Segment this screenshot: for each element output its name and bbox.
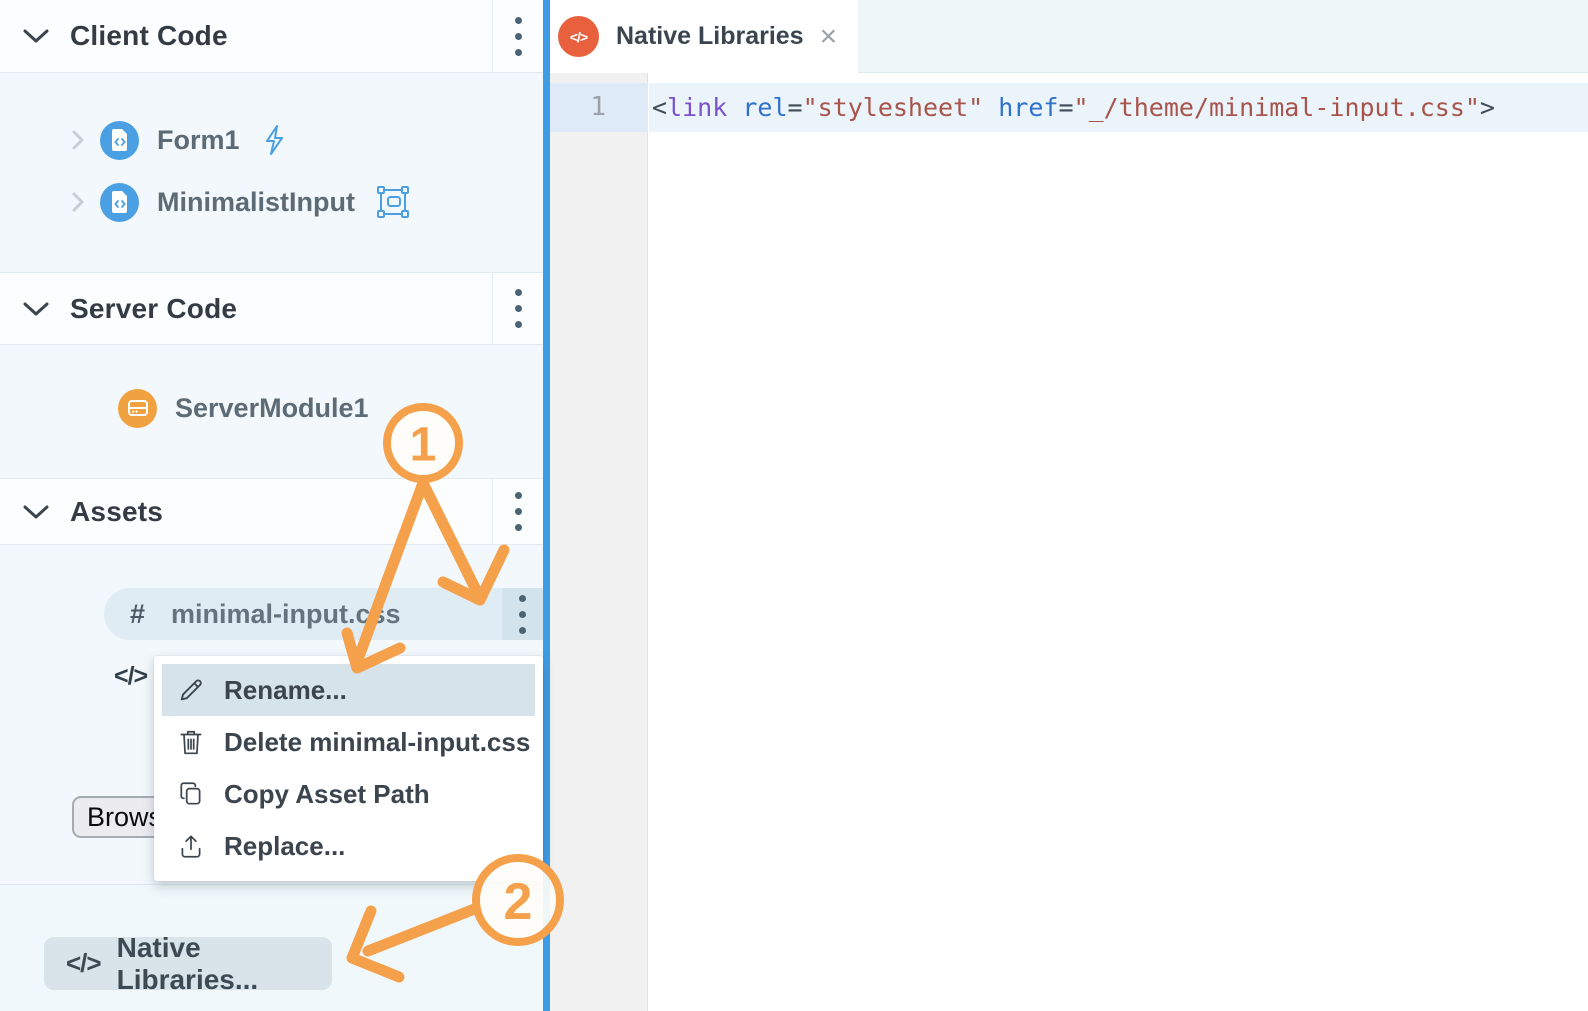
sidebar-bottom-strip: </> Native Libraries... [0,884,543,1011]
code-token: "stylesheet" [802,93,984,122]
code-token: "_/theme/minimal-input.css" [1073,93,1480,122]
kebab-menu-icon[interactable] [514,289,522,328]
section-title-server-code: Server Code [70,292,238,324]
tree-item-label: ServerModule1 [175,392,369,423]
assets-kebab-zone [492,479,543,544]
section-header-client-code[interactable]: Client Code [0,0,543,73]
menu-item-label: Copy Asset Path [224,778,430,809]
design-view-icon[interactable] [377,186,409,218]
code-icon: </> [66,948,102,978]
chevron-down-icon[interactable] [22,27,50,45]
asset-label: minimal-input.css [171,598,401,629]
chevron-right-icon[interactable] [70,128,88,152]
lightning-icon[interactable] [262,124,288,156]
chevron-down-icon[interactable] [22,300,50,318]
tree-item-label: MinimalistInput [157,186,355,217]
asset-kebab-button[interactable] [502,588,543,640]
code-token: = [787,93,803,122]
kebab-menu-icon[interactable] [514,16,522,56]
code-token: < [652,93,668,122]
pencil-icon [176,676,206,704]
code-line-1[interactable]: <link rel="stylesheet" href="_/theme/min… [652,83,1495,132]
menu-item-label: Replace... [224,830,346,861]
kebab-menu-icon[interactable] [519,594,526,634]
native-libraries-label: Native Libraries... [116,931,259,995]
section-header-server-code[interactable]: Server Code [0,272,543,345]
section-title-assets: Assets [70,495,164,527]
code-token: href [998,93,1059,122]
tab-native-libraries[interactable]: </> Native Libraries × [550,0,858,73]
menu-item-delete[interactable]: Delete minimal-input.css [162,716,535,768]
menu-item-replace[interactable]: Replace... [162,820,535,872]
asset-row-minimal-input-css[interactable]: # minimal-input.css [104,588,502,640]
kebab-menu-icon[interactable] [514,492,522,531]
trash-icon [176,728,206,756]
native-libraries-button[interactable]: </> Native Libraries... [44,932,332,995]
close-icon[interactable]: × [820,21,838,52]
section-header-assets[interactable]: Assets [0,478,543,545]
server-module-icon [118,388,157,428]
tree-item-label: Form1 [157,124,240,155]
tab-bar [858,0,1588,73]
code-token: link [667,93,728,122]
copy-icon [176,780,206,808]
sidebar: Client Code Form1 MinimalistInput Server… [0,0,543,1011]
code-token: > [1479,93,1495,122]
code-editor[interactable]: 1 <link rel="stylesheet" href="_/theme/m… [550,73,1588,1011]
section-title-client-code: Client Code [70,20,228,51]
tab-title: Native Libraries [616,22,804,50]
client-code-kebab-zone [492,0,543,72]
form-file-icon [100,182,139,222]
upload-icon [176,832,206,860]
native-libraries-tab-icon: </> [558,16,599,57]
tree-item-servermodule1[interactable]: ServerModule1 [118,383,369,433]
css-hash-icon: # [130,598,146,629]
form-file-icon [100,120,139,160]
chevron-down-icon[interactable] [22,503,50,521]
app-window: Client Code Form1 MinimalistInput Server… [0,0,1588,1011]
code-token: = [1058,93,1074,122]
tree-item-form1[interactable]: Form1 [70,115,288,165]
menu-item-copy-asset-path[interactable]: Copy Asset Path [162,768,535,820]
editor-gutter [550,73,648,1011]
menu-item-rename[interactable]: Rename... [162,664,535,716]
code-asset-icon: </> [114,662,148,690]
menu-item-label: Rename... [224,674,347,705]
sidebar-editor-divider[interactable] [543,0,550,1011]
server-code-kebab-zone [492,273,543,344]
tree-item-minimalistinput[interactable]: MinimalistInput [70,177,409,227]
asset-context-menu: Rename... Delete minimal-input.css Copy … [154,656,543,881]
chevron-right-icon[interactable] [70,190,88,214]
line-number: 1 [590,92,606,122]
menu-item-label: Delete minimal-input.css [224,726,531,757]
code-token: rel [742,93,788,122]
